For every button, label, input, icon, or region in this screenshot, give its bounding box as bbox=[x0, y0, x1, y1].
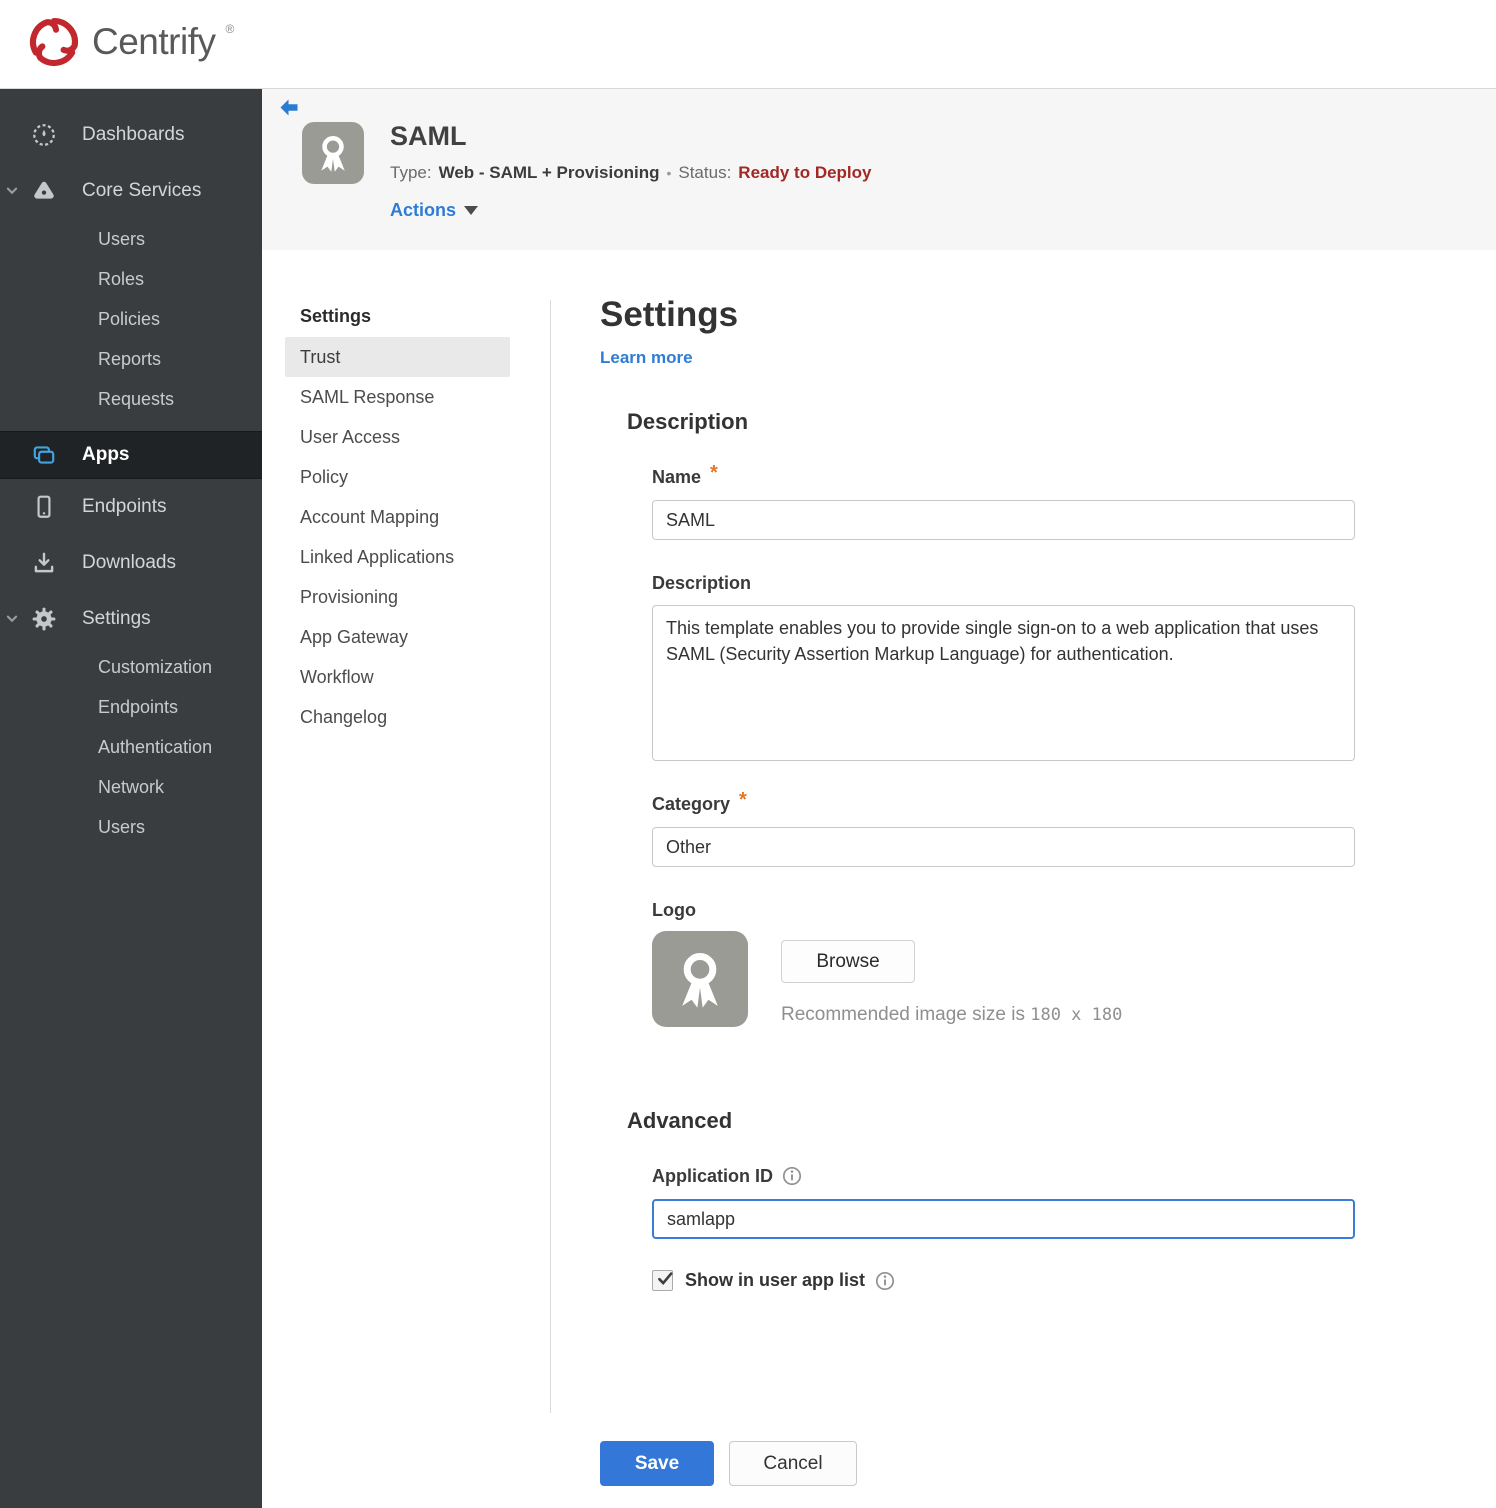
subnav-item-saml-response[interactable]: SAML Response bbox=[285, 377, 510, 417]
sidebar-item-core-services[interactable]: Core Services bbox=[0, 163, 262, 219]
sidebar-item-apps[interactable]: Apps bbox=[0, 431, 262, 479]
required-asterisk: * bbox=[710, 462, 718, 484]
subnav-item-trust[interactable]: Trust bbox=[285, 337, 510, 377]
app-title: SAML bbox=[390, 121, 467, 151]
page-title: Settings bbox=[600, 295, 739, 334]
category-field[interactable] bbox=[652, 827, 1355, 867]
separator-dot: • bbox=[666, 165, 672, 181]
actions-label: Actions bbox=[390, 200, 457, 220]
apps-icon bbox=[31, 442, 57, 468]
sidebar-item-requests[interactable]: Requests bbox=[0, 379, 262, 419]
app-header: SAML Type: Web - SAML + Provisioning • S… bbox=[262, 89, 1496, 250]
sidebar-item-network[interactable]: Network bbox=[0, 767, 262, 807]
info-icon[interactable] bbox=[782, 1166, 802, 1186]
required-asterisk: * bbox=[739, 789, 747, 811]
gear-icon bbox=[31, 606, 57, 632]
save-button[interactable]: Save bbox=[600, 1441, 714, 1486]
sidebar-item-label: Endpoints bbox=[82, 496, 167, 517]
sidebar-item-authentication[interactable]: Authentication bbox=[0, 727, 262, 767]
sidebar-item-users[interactable]: Users bbox=[0, 219, 262, 259]
browse-button[interactable]: Browse bbox=[781, 940, 915, 983]
type-value: Web - SAML + Provisioning bbox=[438, 163, 660, 182]
subnav-item-workflow[interactable]: Workflow bbox=[285, 657, 510, 697]
type-label: Type: bbox=[390, 163, 432, 182]
subnav-item-policy[interactable]: Policy bbox=[285, 457, 510, 497]
cancel-button[interactable]: Cancel bbox=[729, 1441, 857, 1486]
actions-dropdown[interactable]: Actions bbox=[390, 200, 872, 221]
chevron-down-icon[interactable] bbox=[5, 184, 19, 198]
download-icon bbox=[31, 550, 57, 576]
brand-name: Centrify bbox=[92, 20, 216, 62]
sidebar-item-reports[interactable]: Reports bbox=[0, 339, 262, 379]
sidebar-item-label: Core Services bbox=[82, 180, 202, 201]
subnav-item-app-gateway[interactable]: App Gateway bbox=[285, 617, 510, 657]
sidebar-item-label: Downloads bbox=[82, 552, 176, 573]
sidebar-item-policies[interactable]: Policies bbox=[0, 299, 262, 339]
dashboard-icon bbox=[31, 122, 57, 148]
vertical-divider bbox=[550, 300, 551, 1413]
chevron-down-icon[interactable] bbox=[5, 612, 19, 626]
subnav-item-changelog[interactable]: Changelog bbox=[285, 697, 510, 737]
brand: Centrify ® bbox=[26, 14, 234, 75]
sidebar-item-label: Settings bbox=[82, 608, 151, 629]
sidebar-item-endpoints[interactable]: Endpoints bbox=[0, 479, 262, 535]
application-id-field[interactable] bbox=[652, 1199, 1355, 1239]
name-field[interactable] bbox=[652, 500, 1355, 540]
top-bar: Centrify ® bbox=[0, 0, 1496, 89]
category-label: Category * bbox=[652, 789, 747, 814]
show-in-user-app-list-label: Show in user app list bbox=[685, 1270, 895, 1291]
sidebar-item-dashboards[interactable]: Dashboards bbox=[0, 107, 262, 163]
sidebar-item-roles[interactable]: Roles bbox=[0, 259, 262, 299]
status-badge: Ready to Deploy bbox=[738, 163, 872, 182]
sidebar-item-settings-users[interactable]: Users bbox=[0, 807, 262, 847]
info-icon[interactable] bbox=[875, 1271, 895, 1291]
status-label: Status: bbox=[678, 163, 732, 182]
brand-trademark: ® bbox=[225, 21, 235, 36]
core-services-icon bbox=[31, 178, 57, 204]
content: Settings Trust SAML Response User Access… bbox=[262, 250, 1496, 1508]
settings-form: Settings Learn more Description Name* De… bbox=[600, 296, 1370, 1486]
back-arrow-icon[interactable] bbox=[278, 98, 300, 118]
subnav-item-user-access[interactable]: User Access bbox=[285, 417, 510, 457]
logo-label: Logo bbox=[652, 900, 696, 920]
app-logo bbox=[302, 122, 364, 184]
description-section-heading: Description bbox=[627, 409, 749, 434]
centrify-logo-icon bbox=[26, 14, 82, 75]
subnav-item-linked-applications[interactable]: Linked Applications bbox=[285, 537, 510, 577]
caret-down-icon bbox=[464, 206, 479, 215]
sidebar-item-settings[interactable]: Settings bbox=[0, 591, 262, 647]
subnav-item-provisioning[interactable]: Provisioning bbox=[285, 577, 510, 617]
sidebar-item-settings-endpoints[interactable]: Endpoints bbox=[0, 687, 262, 727]
learn-more-link[interactable]: Learn more bbox=[600, 348, 693, 368]
app-type-status-line: Type: Web - SAML + Provisioning • Status… bbox=[390, 163, 872, 183]
subnav-header: Settings bbox=[300, 306, 372, 326]
sidebar: Dashboards Core Services Users Roles Pol… bbox=[0, 89, 262, 1508]
sidebar-item-label: Apps bbox=[82, 444, 130, 465]
show-in-user-app-list-checkbox[interactable] bbox=[652, 1270, 673, 1291]
advanced-section-heading: Advanced bbox=[627, 1108, 733, 1133]
endpoint-icon bbox=[31, 494, 57, 520]
description-label: Description bbox=[652, 573, 752, 593]
name-label: Name * bbox=[652, 462, 718, 487]
recommended-size-text: Recommended image size is 180 x 180 bbox=[781, 1004, 1123, 1025]
sidebar-item-customization[interactable]: Customization bbox=[0, 647, 262, 687]
sidebar-item-downloads[interactable]: Downloads bbox=[0, 535, 262, 591]
subnav-item-account-mapping[interactable]: Account Mapping bbox=[285, 497, 510, 537]
settings-subnav: Settings Trust SAML Response User Access… bbox=[285, 296, 525, 737]
description-field[interactable]: This template enables you to provide sin… bbox=[652, 605, 1355, 761]
app-logo-preview bbox=[652, 931, 748, 1027]
application-id-label: Application ID bbox=[652, 1166, 1370, 1186]
sidebar-item-label: Dashboards bbox=[82, 124, 185, 145]
